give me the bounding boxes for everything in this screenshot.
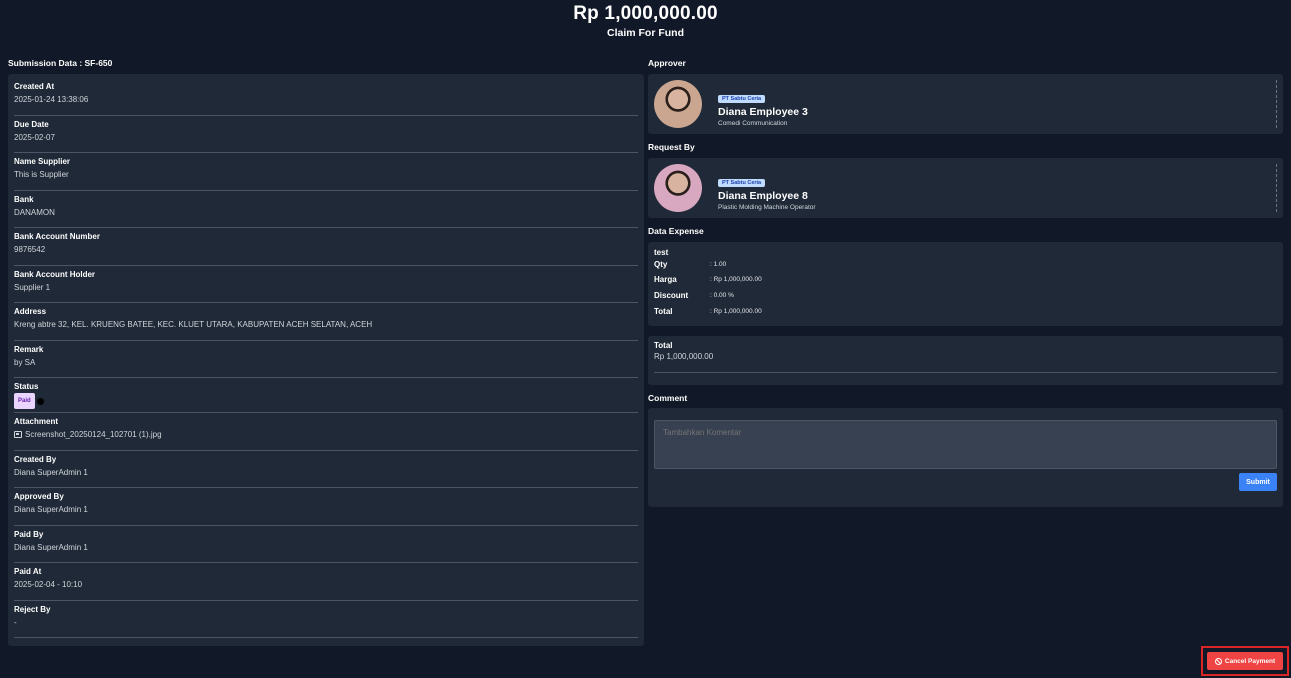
field-value: Kreng abtre 32, KEL. KRUENG BATEE, KEC. …: [14, 320, 373, 329]
expense-row-qty: Qty : 1.00: [654, 257, 1277, 271]
submission-label: Submission Data : SF-650: [8, 58, 113, 68]
company-badge: PT Sabtu Ceria: [718, 179, 766, 187]
approver-role: Comedi Communication: [718, 120, 788, 127]
divider: [1276, 80, 1277, 128]
field-value: This is Supplier: [14, 170, 69, 179]
comment-card: Submit: [648, 408, 1283, 507]
data-expense-label: Data Expense: [648, 226, 704, 236]
expense-value: : Rp 1,000,000.00: [710, 307, 762, 315]
field-label: Attachment: [14, 417, 59, 426]
field-value: DANAMON: [14, 207, 55, 217]
divider: [654, 372, 1277, 373]
field-value: 9876542: [14, 245, 46, 254]
expense-key: Harga: [654, 274, 677, 284]
comment-label: Comment: [648, 393, 688, 403]
cancel-payment-label: Cancel Payment: [1224, 657, 1276, 665]
field-label: Paid By: [14, 529, 44, 539]
field-value: Supplier 1: [14, 282, 51, 292]
field-label: Due Date: [14, 119, 49, 129]
claim-type: Claim For Fund: [607, 27, 684, 39]
field-due-date: Due Date 2025-02-07: [14, 116, 638, 153]
field-label: Address: [14, 307, 47, 316]
expense-value: : Rp 1,000,000.00: [710, 275, 762, 283]
field-attachment: Attachment Screenshot_20250124_102701 (1…: [14, 413, 638, 451]
field-remark: Remark by SA: [14, 341, 638, 378]
field-label: Created At: [14, 82, 55, 91]
approver-label: Approver: [648, 58, 686, 68]
field-label: Name Supplier: [14, 157, 71, 166]
submission-panel: Created At 2025-01-24 13:38:06 Due Date …: [8, 74, 644, 646]
field-value: Diana SuperAdmin 1: [14, 542, 88, 552]
total-label: Total: [654, 341, 673, 350]
field-label: Bank Account Holder: [14, 269, 96, 279]
page-header: Rp 1,000,000.00 Claim For Fund: [0, 3, 1291, 39]
approver-card: PT Sabtu Ceria Diana Employee 3 Comedi C…: [648, 74, 1283, 134]
field-created-by: Created By Diana SuperAdmin 1: [14, 451, 638, 488]
expense-card: test Qty : 1.00 Harga : Rp 1,000,000.00 …: [648, 242, 1283, 326]
ban-icon: [1214, 657, 1222, 665]
field-label: Bank Account Number: [14, 232, 100, 241]
expense-key: Qty: [654, 259, 668, 269]
field-value: Diana SuperAdmin 1: [14, 467, 88, 477]
field-paid-by: Paid By Diana SuperAdmin 1: [14, 526, 638, 563]
total-value: Rp 1,000,000.00: [654, 352, 714, 361]
field-label: Approved By: [14, 492, 64, 501]
expense-row-discount: Discount : 0.00 %: [654, 287, 1277, 303]
expense-title: test: [654, 248, 669, 257]
field-value: -: [14, 617, 17, 627]
field-value: 2025-02-04 - 10:10: [14, 580, 83, 589]
field-label: Remark: [14, 344, 44, 354]
field-label: Created By: [14, 454, 57, 464]
field-name-supplier: Name Supplier This is Supplier: [14, 153, 638, 191]
field-paid-at: Paid At 2025-02-04 - 10:10: [14, 563, 638, 601]
field-approved-by: Approved By Diana SuperAdmin 1: [14, 488, 638, 526]
expense-value: : 1.00: [710, 260, 727, 268]
expense-key: Discount: [654, 290, 689, 300]
expense-key: Total: [654, 306, 673, 316]
field-value: 2025-01-24 13:38:06: [14, 95, 89, 104]
image-icon: [14, 431, 22, 439]
attachment-link[interactable]: Screenshot_20250124_102701 (1).jpg: [14, 428, 638, 442]
expense-row-total: Total : Rp 1,000,000.00: [654, 303, 1277, 319]
requester-card: PT Sabtu Ceria Diana Employee 8 Plastic …: [648, 158, 1283, 218]
cancel-payment-button[interactable]: Cancel Payment: [1207, 652, 1283, 670]
field-label: Bank: [14, 194, 34, 204]
field-created-at: Created At 2025-01-24 13:38:06: [14, 78, 638, 116]
field-value: by SA: [14, 357, 36, 367]
field-bank: Bank DANAMON: [14, 191, 638, 228]
request-by-label: Request By: [648, 142, 695, 152]
field-label: Reject By: [14, 604, 51, 614]
expense-row-harga: Harga : Rp 1,000,000.00: [654, 271, 1277, 287]
field-value: Diana SuperAdmin 1: [14, 505, 88, 514]
avatar: [654, 80, 702, 128]
comment-input[interactable]: [654, 420, 1277, 469]
company-badge: PT Sabtu Ceria: [718, 95, 766, 103]
submit-button[interactable]: Submit: [1239, 473, 1277, 491]
cancel-payment-highlight: Cancel Payment: [1201, 646, 1289, 676]
status-badge: Paid: [14, 393, 35, 409]
field-bank-account-holder: Bank Account Holder Supplier 1: [14, 266, 638, 303]
avatar: [654, 164, 702, 212]
status-dot: [36, 397, 44, 405]
requester-role: Plastic Molding Machine Operator: [718, 204, 816, 211]
field-address: Address Kreng abtre 32, KEL. KRUENG BATE…: [14, 303, 638, 341]
field-label: Paid At: [14, 567, 42, 576]
total-card: Total Rp 1,000,000.00: [648, 336, 1283, 385]
field-reject-by: Reject By -: [14, 601, 638, 638]
requester-name: Diana Employee 8: [718, 190, 808, 202]
expense-value: : 0.00 %: [710, 291, 734, 299]
field-value: 2025-02-07: [14, 132, 55, 142]
approver-name: Diana Employee 3: [718, 106, 808, 118]
attachment-filename[interactable]: Screenshot_20250124_102701 (1).jpg: [25, 430, 162, 439]
field-bank-account-number: Bank Account Number 9876542: [14, 228, 638, 266]
divider: [1276, 164, 1277, 212]
field-label: Status: [14, 382, 39, 391]
claim-amount: Rp 1,000,000.00: [573, 3, 718, 24]
field-status: Status Paid: [14, 378, 638, 413]
